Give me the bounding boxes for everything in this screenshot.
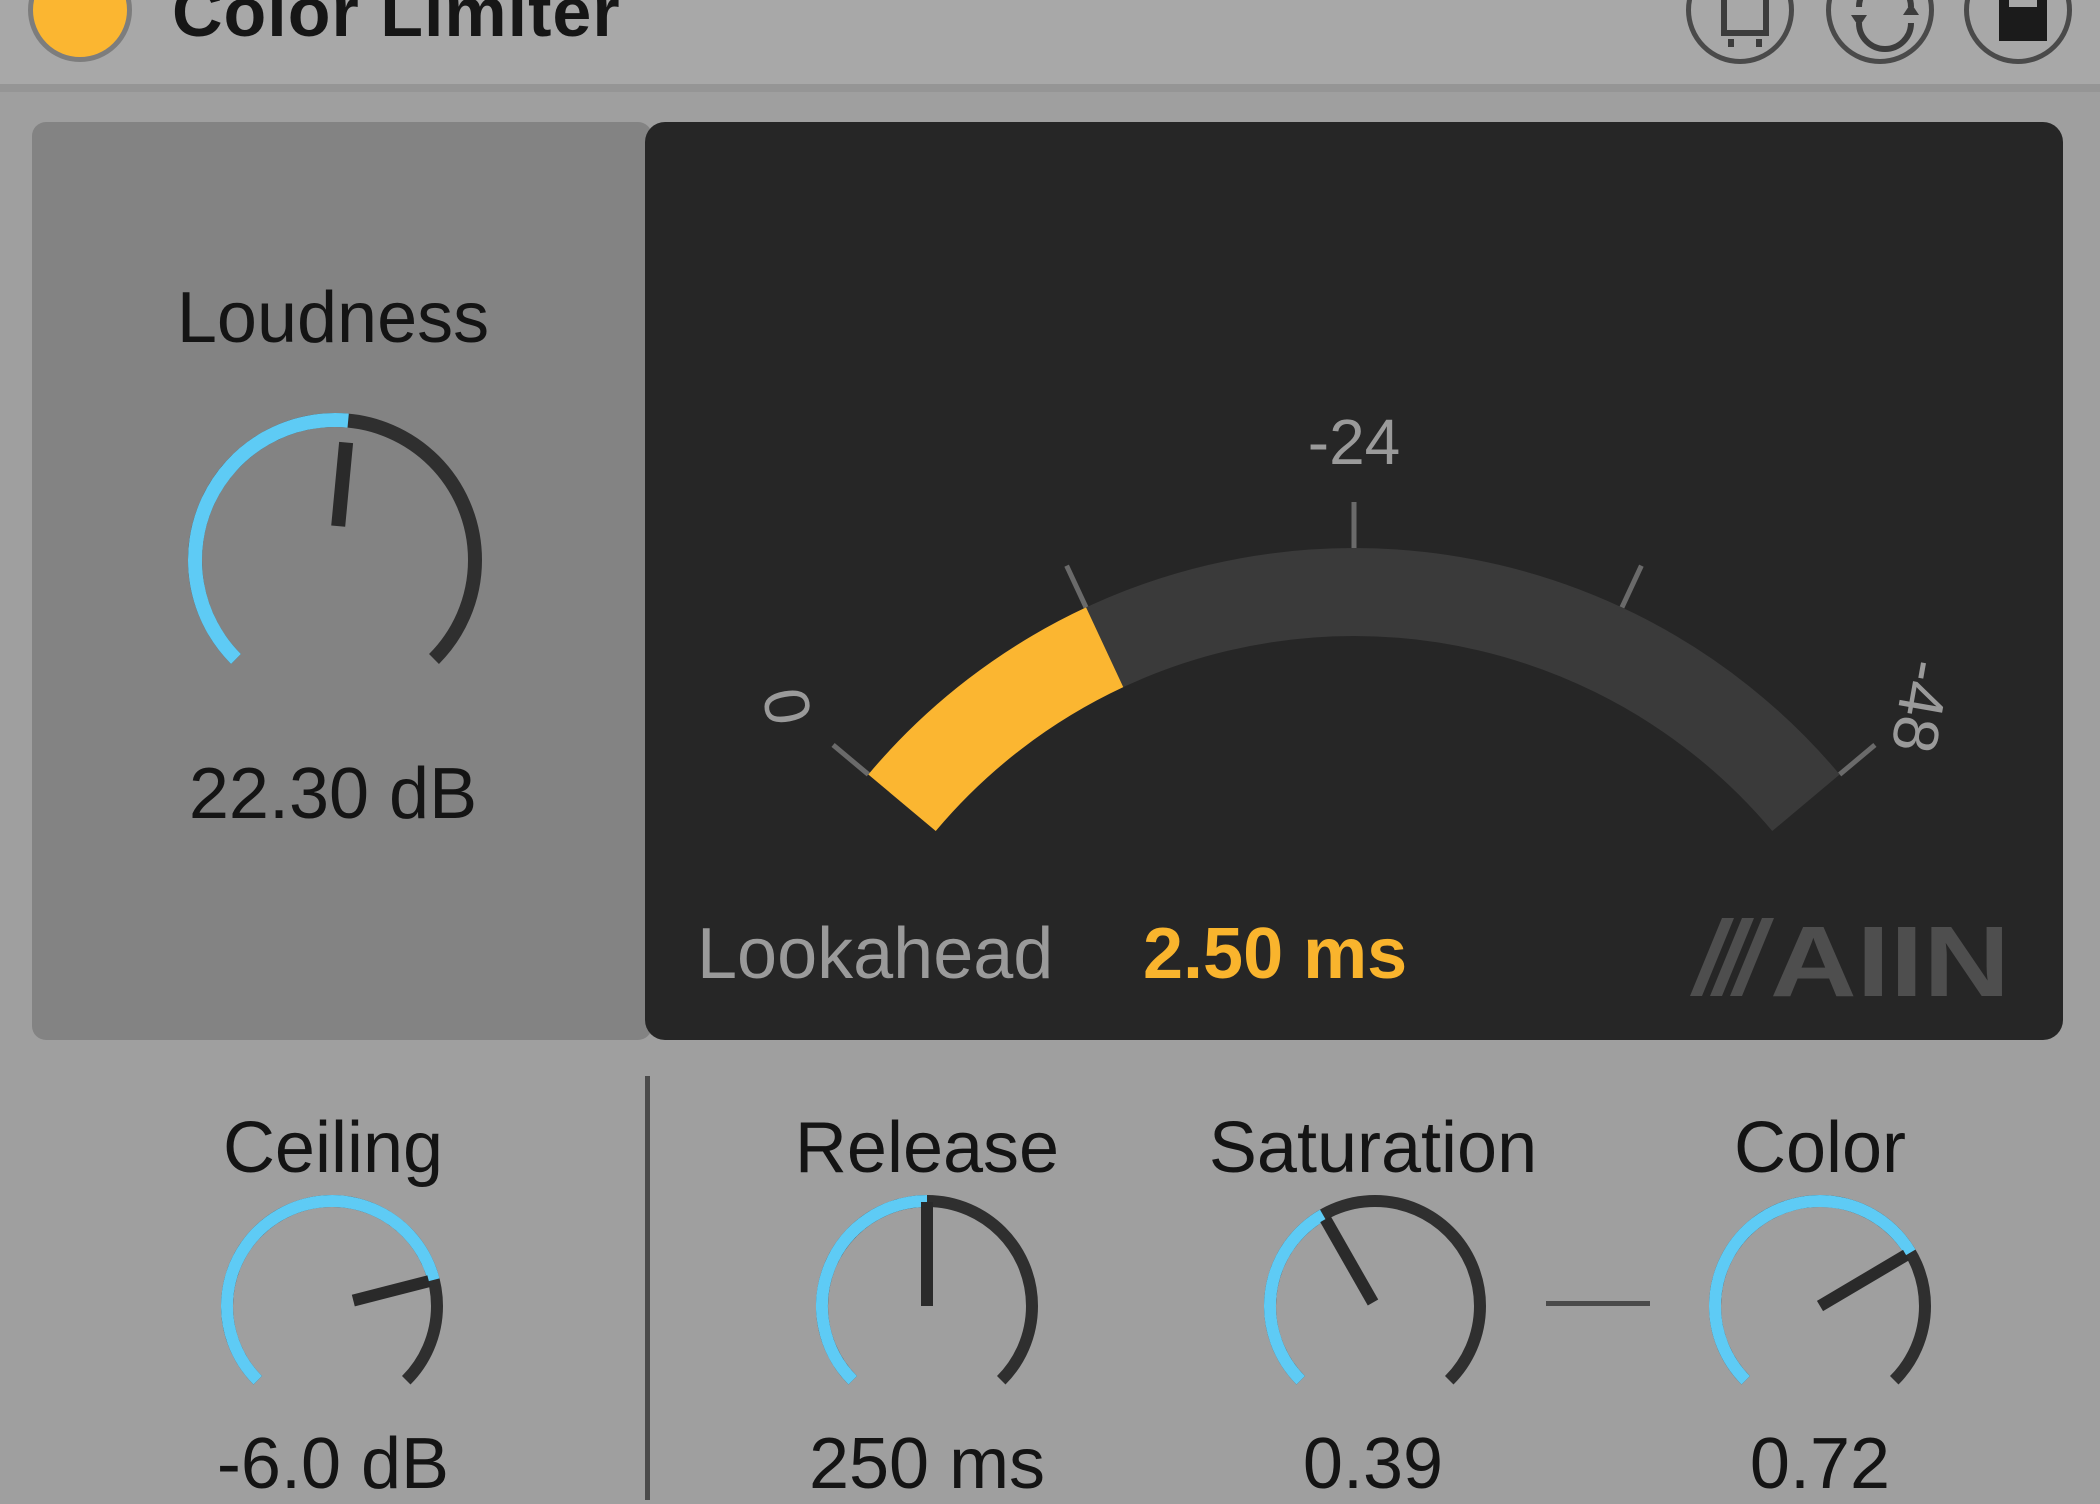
meter-scale-label-0: 0 (749, 683, 826, 731)
device-title-bar: Color Limiter (0, 0, 2100, 92)
knob-needle (351, 1275, 431, 1307)
knob-value-arc (1264, 1209, 1326, 1385)
gain-reduction-meter: 0 -24 -48 (749, 406, 1964, 832)
meter-tick (831, 742, 870, 777)
map-icon (1851, 0, 1919, 52)
section-divider (645, 1076, 650, 1500)
save-preset-button[interactable] (1964, 0, 2072, 64)
knob-needle (1816, 1249, 1910, 1312)
saturation-label: Saturation (1208, 1108, 1538, 1188)
color-knob[interactable] (1700, 1186, 1940, 1426)
meter-tick (1064, 564, 1089, 609)
meter-tick (1619, 564, 1644, 609)
device-title: Color Limiter (172, 0, 621, 51)
hot-swap-button[interactable] (1686, 0, 1794, 64)
gain-reduction-meter-panel: 0 -24 -48 (645, 122, 2063, 1040)
meter-scale-label-48: -48 (1877, 655, 1964, 759)
saturation-value[interactable]: 0.39 (1303, 1428, 1443, 1500)
logo-text: AIIN (1770, 908, 2010, 1008)
ceiling-label: Ceiling (222, 1108, 444, 1188)
knob-value-arc (188, 413, 349, 664)
knob-needle (1320, 1216, 1379, 1306)
save-preset-icon (1999, 0, 2047, 41)
knob-value-arc (1709, 1195, 1916, 1385)
color-value[interactable]: 0.72 (1750, 1428, 1890, 1500)
release-knob[interactable] (807, 1186, 1047, 1426)
meter-scale-label-24: -24 (1308, 406, 1401, 478)
meter-tick (1838, 742, 1877, 777)
knob-value-arc (816, 1195, 928, 1385)
saturation-color-link-line (1546, 1301, 1650, 1306)
ceiling-value[interactable]: -6.0 dB (217, 1428, 449, 1500)
ceiling-knob[interactable] (212, 1186, 452, 1426)
color-label: Color (1733, 1108, 1907, 1188)
map-button[interactable] (1826, 0, 1934, 64)
loudness-label: Loudness (176, 278, 490, 358)
saturation-knob[interactable] (1255, 1186, 1495, 1426)
device-power-button[interactable] (28, 0, 132, 62)
knob-needle (331, 441, 354, 527)
aiin-logo: AIIN (1690, 908, 2010, 1008)
meter-fill (868, 607, 1124, 832)
lookahead-value[interactable]: 2.50 ms (1143, 918, 1407, 990)
release-label: Release (794, 1108, 1060, 1188)
device-window: Color Limiter Loudness 22.30 dB 0 -24 -4… (0, 0, 2100, 1500)
loudness-knob[interactable] (175, 400, 495, 720)
hot-swap-icon (1721, 0, 1769, 47)
lookahead-label: Lookahead (697, 914, 1054, 994)
loudness-value[interactable]: 22.30 dB (189, 758, 477, 830)
release-value[interactable]: 250 ms (809, 1428, 1045, 1500)
